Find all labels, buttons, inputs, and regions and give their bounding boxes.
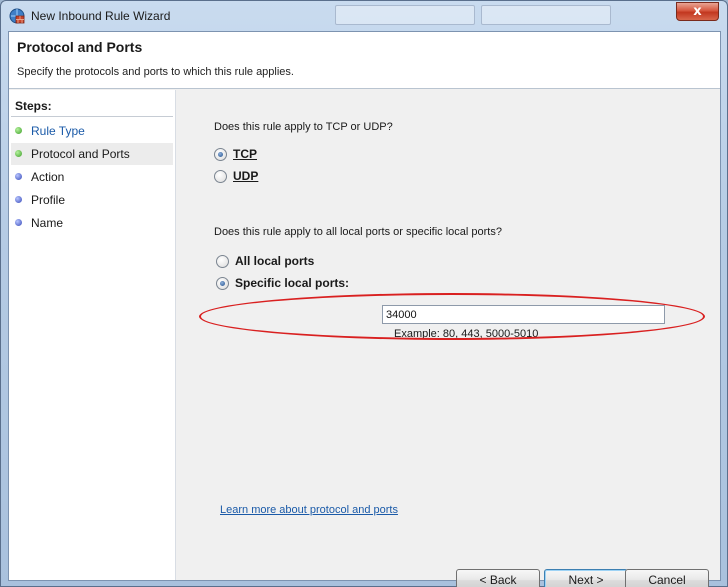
background-window-tab (481, 5, 611, 25)
title-bar[interactable]: New Inbound Rule Wizard x (1, 1, 727, 31)
step-profile: Profile (11, 189, 173, 211)
specific-local-ports-radio[interactable] (216, 277, 229, 290)
red-annotation-ellipse (199, 293, 705, 340)
cancel-button[interactable]: Cancel (625, 569, 709, 587)
protocol-question: Does this rule apply to TCP or UDP? (214, 121, 393, 133)
step-label: Name (31, 216, 64, 230)
window-title: New Inbound Rule Wizard (31, 9, 171, 23)
tcp-label-text: TCP (233, 147, 257, 161)
back-button[interactable]: < Back (456, 569, 540, 587)
wizard-client-area: Protocol and Ports Specify the protocols… (8, 31, 721, 587)
step-label: Protocol and Ports (31, 147, 130, 161)
steps-heading: Steps: (15, 99, 52, 113)
ports-question: Does this rule apply to all local ports … (214, 226, 502, 238)
wizard-header: Protocol and Ports Specify the protocols… (9, 32, 720, 89)
step-complete-icon (15, 150, 22, 157)
step-name: Name (11, 212, 173, 234)
udp-label-text: UDP (233, 169, 259, 183)
close-button[interactable]: x (676, 2, 719, 21)
wizard-window: New Inbound Rule Wizard x Protocol and P… (0, 0, 728, 587)
udp-label[interactable]: UDP (233, 169, 258, 183)
step-pending-icon (15, 196, 22, 203)
specific-local-ports-label[interactable]: Specific local ports: (235, 276, 349, 290)
tcp-radio[interactable] (214, 148, 227, 161)
background-window-tab (335, 5, 475, 25)
all-local-ports-label[interactable]: All local ports (235, 254, 314, 268)
step-action: Action (11, 166, 173, 188)
tcp-label[interactable]: TCP (233, 147, 257, 161)
learn-more-link[interactable]: Learn more about protocol and ports (220, 504, 398, 516)
all-local-ports-radio[interactable] (216, 255, 229, 268)
step-label: Profile (31, 193, 66, 207)
page-title: Protocol and Ports (17, 39, 143, 55)
udp-radio[interactable] (214, 170, 227, 183)
step-complete-icon (15, 127, 22, 134)
wizard-content: Does this rule apply to TCP or UDP? TCP … (177, 90, 720, 587)
step-pending-icon (15, 219, 22, 226)
step-label: Action (31, 170, 65, 184)
step-protocol-and-ports[interactable]: Protocol and Ports (11, 143, 173, 165)
step-pending-icon (15, 173, 22, 180)
steps-divider (11, 116, 173, 117)
next-button[interactable]: Next > (544, 569, 628, 587)
firewall-icon (9, 8, 25, 24)
page-subtitle: Specify the protocols and ports to which… (17, 66, 294, 78)
step-label: Rule Type (31, 124, 85, 138)
step-rule-type[interactable]: Rule Type (11, 120, 173, 142)
steps-panel: Steps: Rule Type Protocol and Ports Acti… (9, 90, 176, 580)
